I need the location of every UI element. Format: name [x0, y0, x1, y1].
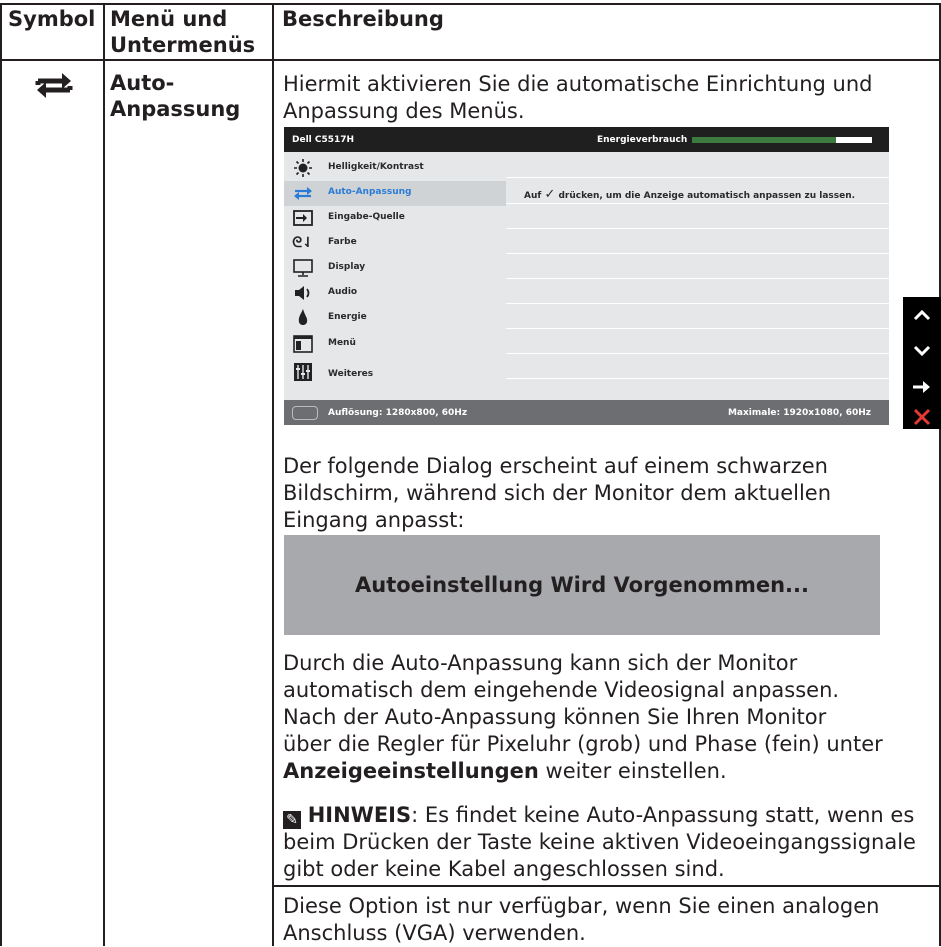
- para-line3: Nach der Auto-Anpassung können Sie Ihren…: [283, 705, 827, 729]
- para-line4: über die Regler für Pixeluhr (grob) und …: [283, 732, 883, 756]
- osd-max-resolution: Maximale: 1920x1080, 60Hz: [727, 408, 871, 418]
- osd-row-divider: [506, 353, 889, 354]
- table-col-border-2: [272, 3, 274, 946]
- osd-row-divider: [506, 278, 889, 279]
- osd-resolution: Auflösung: 1280x800, 60Hz: [328, 408, 468, 418]
- header-description: Beschreibung: [282, 7, 444, 31]
- row-separator: [272, 885, 941, 887]
- note-line3: gibt oder keine Kabel angeschlossen sind…: [283, 857, 725, 881]
- note-paragraph: ✎ HINWEIS: Es findet keine Auto-Anpassun…: [283, 802, 916, 883]
- auto-adjust-icon: [292, 183, 314, 203]
- osd-bottom-bar: Auflösung: 1280x800, 60Hz Maximale: 1920…: [284, 400, 889, 425]
- osd-item-color[interactable]: ᘓ⇃ Farbe: [284, 231, 506, 256]
- dialog-intro-line2: Bildschirm, während sich der Monitor dem…: [283, 481, 832, 505]
- osd-item-menu[interactable]: Menü: [284, 332, 506, 357]
- osd-item-others[interactable]: Weiteres: [284, 360, 506, 385]
- menu-item-name-line2: Anpassung: [110, 97, 241, 121]
- intro-line1: Hiermit aktivieren Sie die automatische …: [283, 72, 873, 96]
- osd-item-label: Audio: [328, 287, 358, 297]
- osd-item-brightness[interactable]: Helligkeit/Kontrast: [284, 156, 506, 181]
- intro-paragraph: Hiermit aktivieren Sie die automatische …: [283, 71, 872, 125]
- para-line5: Anzeigeeinstellungen weiter einstellen.: [283, 758, 883, 785]
- osd-row-divider: [506, 253, 889, 254]
- osd-auto-hint: Auf ✓ drücken, um die Anzeige automatisc…: [524, 187, 855, 202]
- osd-row-divider: [506, 303, 889, 304]
- dialog-intro-line1: Der folgende Dialog erscheint auf einem …: [283, 454, 828, 478]
- right-arrow-icon[interactable]: [903, 369, 941, 405]
- osd-top-bar: Dell C5517H Energieverbrauch: [284, 127, 889, 152]
- vga-connector-icon: [292, 406, 318, 420]
- auto-adjust-paragraph: Durch die Auto-Anpassung kann sich der M…: [283, 650, 883, 785]
- auto-adjust-arrows-icon: [34, 68, 74, 102]
- osd-row-divider: [506, 177, 889, 178]
- para-line5-rest: weiter einstellen.: [538, 759, 727, 783]
- option-line2: Anschluss (VGA) verwenden.: [283, 921, 586, 945]
- osd-item-label: Energie: [328, 312, 367, 322]
- others-icon: [292, 362, 314, 382]
- header-symbol: Symbol: [8, 7, 96, 31]
- display-settings-link: Anzeigeeinstellungen: [283, 759, 539, 783]
- osd-row-divider: [506, 228, 889, 229]
- osd-item-label: Display: [328, 262, 366, 272]
- osd-item-label: Eingabe-Quelle: [328, 212, 405, 222]
- check-icon: ✓: [544, 187, 556, 202]
- close-icon[interactable]: [903, 405, 941, 429]
- color-icon: ᘓ⇃: [292, 235, 314, 251]
- osd-item-label: Auto-Anpassung: [328, 187, 412, 197]
- osd-menu-screenshot: Dell C5517H Energieverbrauch Helligkeit/…: [284, 127, 889, 425]
- table-col-border-1: [103, 3, 105, 946]
- osd-item-input-source[interactable]: Eingabe-Quelle: [284, 206, 506, 231]
- osd-item-display[interactable]: Display: [284, 256, 506, 281]
- osd-item-label: Weiteres: [328, 369, 374, 379]
- osd-item-label: Farbe: [328, 237, 357, 247]
- dialog-intro-paragraph: Der folgende Dialog erscheint auf einem …: [283, 453, 831, 534]
- osd-item-audio[interactable]: Audio: [284, 281, 506, 306]
- osd-auto-hint-pre: Auf: [524, 191, 542, 201]
- menu-item-name: Auto- Anpassung: [110, 70, 240, 122]
- osd-row-divider: [506, 378, 889, 379]
- up-arrow-icon[interactable]: [903, 297, 941, 333]
- auto-adjust-dialog: Autoeinstellung Wird Vorgenommen...: [284, 535, 880, 635]
- note-label: HINWEIS: [307, 803, 412, 827]
- table-top-border: [0, 3, 941, 5]
- note-line2: beim Drücken der Taste keine aktiven Vid…: [283, 830, 916, 854]
- menu-item-name-line1: Auto-: [110, 71, 175, 95]
- para-line2: automatisch dem eingehende Videosignal a…: [283, 678, 840, 702]
- header-menu-line2: Untermenüs: [110, 33, 256, 57]
- note-line1-rest: : Es findet keine Auto-Anpassung statt, …: [411, 803, 915, 827]
- brightness-icon: [292, 158, 314, 178]
- osd-item-energy[interactable]: Energie: [284, 306, 506, 331]
- header-menu-line1: Menü und: [110, 7, 228, 31]
- osd-energy-bar: [692, 137, 836, 143]
- speaker-icon: [292, 283, 314, 303]
- header-menu: Menü und Untermenüs: [110, 6, 255, 58]
- osd-auto-hint-post: drücken, um die Anzeige automatisch anpa…: [558, 191, 856, 201]
- osd-item-label: Helligkeit/Kontrast: [328, 162, 424, 172]
- display-icon: [292, 258, 314, 278]
- table-header-border: [0, 59, 941, 61]
- note-pencil-icon: ✎: [283, 811, 301, 829]
- option-line1: Diese Option ist nur verfügbar, wenn Sie…: [283, 894, 880, 918]
- osd-energy-bar-remaining: [836, 137, 872, 143]
- intro-line2: Anpassung des Menüs.: [283, 99, 525, 123]
- dialog-intro-line3: Eingang anpasst:: [283, 508, 465, 532]
- menu-icon: [292, 334, 314, 354]
- table-col-border-left: [0, 3, 2, 946]
- osd-energy-label: Energieverbrauch: [597, 135, 688, 145]
- auto-adjust-dialog-text: Autoeinstellung Wird Vorgenommen...: [355, 573, 809, 597]
- osd-row-divider: [506, 203, 889, 204]
- energy-icon: [292, 308, 314, 328]
- osd-item-auto-adjust[interactable]: Auto-Anpassung: [284, 181, 506, 206]
- osd-row-divider: [506, 328, 889, 329]
- para-line1: Durch die Auto-Anpassung kann sich der M…: [283, 651, 798, 675]
- note-line1: ✎ HINWEIS: Es findet keine Auto-Anpassun…: [283, 802, 916, 829]
- down-arrow-icon[interactable]: [903, 333, 941, 369]
- osd-model-name: Dell C5517H: [292, 135, 355, 145]
- osd-item-label: Menü: [328, 338, 356, 348]
- input-source-icon: [292, 208, 314, 228]
- option-paragraph: Diese Option ist nur verfügbar, wenn Sie…: [283, 893, 879, 947]
